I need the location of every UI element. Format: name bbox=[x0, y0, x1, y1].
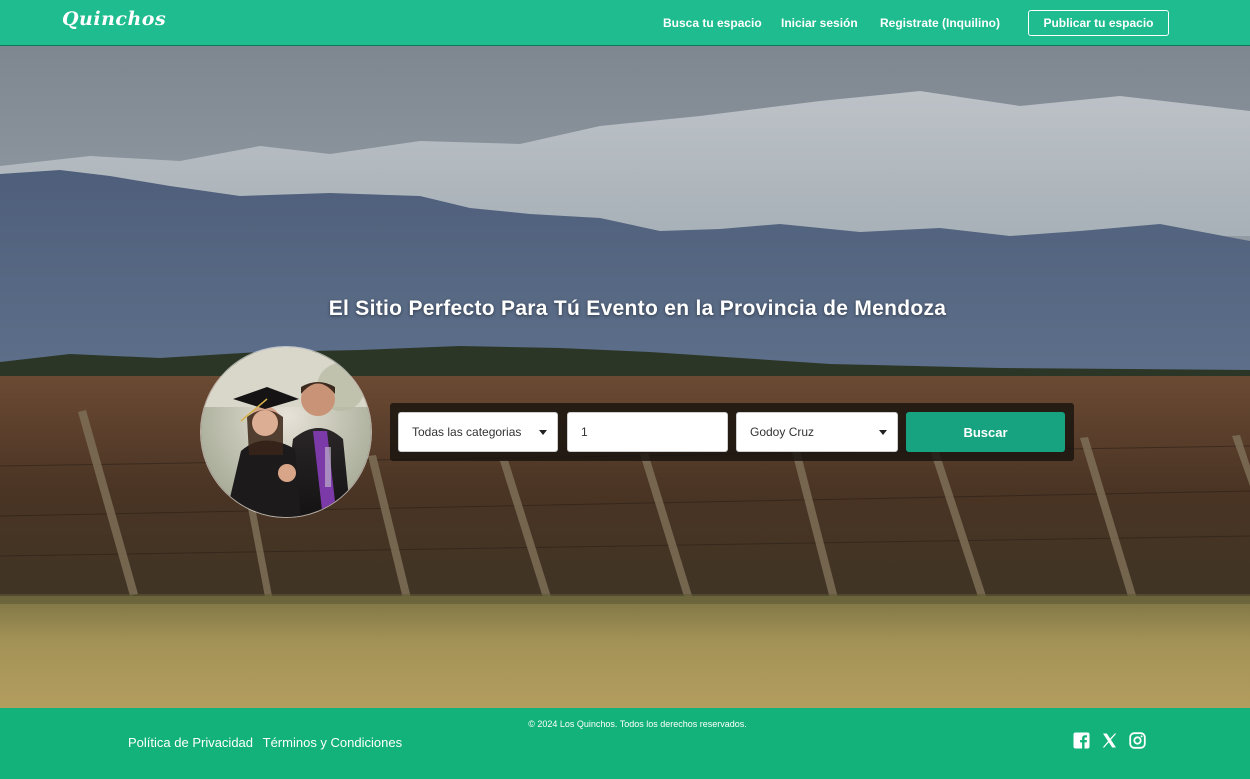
search-form: Todas las categorias 1 Godoy Cruz Buscar bbox=[390, 403, 1074, 461]
site-footer: © 2024 Los Quinchos. Todos los derechos … bbox=[0, 708, 1250, 779]
quantity-input-value: 1 bbox=[581, 425, 588, 439]
publish-space-button[interactable]: Publicar tu espacio bbox=[1028, 10, 1169, 36]
quantity-input[interactable]: 1 bbox=[567, 412, 728, 452]
social-links bbox=[1073, 732, 1146, 749]
nav-item-register[interactable]: Registrate (Inquilino) bbox=[880, 0, 1000, 46]
nav-item-login[interactable]: Iniciar sesión bbox=[781, 0, 858, 46]
hero-section: El Sitio Perfecto Para Tú Evento en la P… bbox=[0, 46, 1250, 708]
category-select-value: Todas las categorias bbox=[412, 425, 522, 439]
nav-link-register[interactable]: Registrate (Inquilino) bbox=[880, 16, 1000, 30]
chevron-down-icon bbox=[879, 430, 887, 435]
location-select[interactable]: Godoy Cruz bbox=[736, 412, 898, 452]
terms-link[interactable]: Términos y Condiciones bbox=[263, 735, 402, 750]
facebook-icon[interactable] bbox=[1073, 732, 1090, 749]
search-button[interactable]: Buscar bbox=[906, 412, 1065, 452]
top-navbar: Quinchos Busca tu espacio Iniciar sesión… bbox=[0, 0, 1250, 46]
x-icon[interactable] bbox=[1101, 732, 1118, 749]
graduation-photo bbox=[200, 346, 372, 518]
nav-link-search[interactable]: Busca tu espacio bbox=[663, 16, 762, 30]
site-logo[interactable]: Quinchos bbox=[62, 8, 166, 30]
nav-item-search[interactable]: Busca tu espacio bbox=[663, 0, 762, 46]
footer-links: Política de Privacidad Términos y Condic… bbox=[128, 735, 402, 750]
instagram-icon[interactable] bbox=[1129, 732, 1146, 749]
hero-background-image bbox=[0, 46, 1250, 708]
category-select[interactable]: Todas las categorias bbox=[398, 412, 558, 452]
copyright-text: © 2024 Los Quinchos. Todos los derechos … bbox=[528, 719, 747, 729]
hero-title: El Sitio Perfecto Para Tú Evento en la P… bbox=[328, 297, 947, 320]
location-select-value: Godoy Cruz bbox=[750, 425, 815, 439]
privacy-policy-link[interactable]: Política de Privacidad bbox=[128, 735, 253, 750]
chevron-down-icon bbox=[539, 430, 547, 435]
nav-link-login[interactable]: Iniciar sesión bbox=[781, 16, 858, 30]
